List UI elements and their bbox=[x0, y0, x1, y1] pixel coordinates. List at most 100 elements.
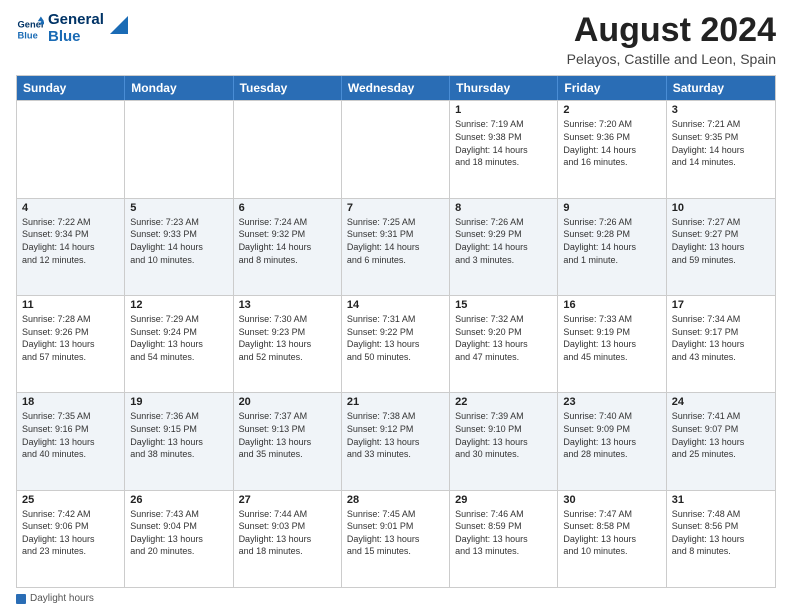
day-info: Sunrise: 7:36 AM Sunset: 9:15 PM Dayligh… bbox=[130, 410, 227, 460]
cal-header-day-tuesday: Tuesday bbox=[234, 76, 342, 100]
day-number: 9 bbox=[563, 202, 660, 214]
day-number: 31 bbox=[672, 494, 770, 506]
day-number: 26 bbox=[130, 494, 227, 506]
cal-cell: 9 Sunrise: 7:26 AM Sunset: 9:28 PM Daylig… bbox=[558, 199, 666, 295]
cal-cell: 13Sunrise: 7:30 AM Sunset: 9:23 PM Dayli… bbox=[234, 296, 342, 392]
day-info: Sunrise: 7:32 AM Sunset: 9:20 PM Dayligh… bbox=[455, 313, 552, 363]
logo-line2: Blue bbox=[48, 29, 104, 46]
cal-cell: 21 Sunrise: 7:38 AM Sunset: 9:12 PM Dayli… bbox=[342, 393, 450, 489]
day-info: Sunrise: 7:37 AM Sunset: 9:13 PM Dayligh… bbox=[239, 410, 336, 460]
day-number: 22 bbox=[455, 396, 552, 408]
day-number: 15 bbox=[455, 299, 552, 311]
cal-cell: 6 Sunrise: 7:24 AM Sunset: 9:32 PM Daylig… bbox=[234, 199, 342, 295]
day-info: Sunrise: 7:44 AM Sunset: 9:03 PM Dayligh… bbox=[239, 508, 336, 558]
logo-triangle-icon bbox=[110, 16, 128, 34]
day-number: 8 bbox=[455, 202, 552, 214]
day-number: 30 bbox=[563, 494, 660, 506]
cal-header-day-saturday: Saturday bbox=[667, 76, 775, 100]
day-info: Sunrise: 7:41 AM Sunset: 9:07 PM Dayligh… bbox=[672, 410, 770, 460]
day-number: 13 bbox=[239, 299, 336, 311]
cal-cell: 27 Sunrise: 7:44 AM Sunset: 9:03 PM Dayli… bbox=[234, 491, 342, 587]
cal-cell: 19 Sunrise: 7:36 AM Sunset: 9:15 PM Dayli… bbox=[125, 393, 233, 489]
day-info: Sunrise: 7:39 AM Sunset: 9:10 PM Dayligh… bbox=[455, 410, 552, 460]
day-info: Sunrise: 7:27 AM Sunset: 9:27 PM Dayligh… bbox=[672, 216, 770, 266]
day-info: Sunrise: 7:22 AM Sunset: 9:34 PM Dayligh… bbox=[22, 216, 119, 266]
day-info: Sunrise: 7:47 AM Sunset: 8:58 PM Dayligh… bbox=[563, 508, 660, 558]
cal-cell: 14Sunrise: 7:31 AM Sunset: 9:22 PM Dayli… bbox=[342, 296, 450, 392]
day-number: 6 bbox=[239, 202, 336, 214]
day-number: 18 bbox=[22, 396, 119, 408]
day-info: Sunrise: 7:24 AM Sunset: 9:32 PM Dayligh… bbox=[239, 216, 336, 266]
cal-week-2: 4Sunrise: 7:22 AM Sunset: 9:34 PM Daylig… bbox=[17, 198, 775, 295]
cal-header-day-thursday: Thursday bbox=[450, 76, 558, 100]
cal-cell bbox=[234, 101, 342, 197]
day-number: 3 bbox=[672, 104, 770, 116]
day-number: 12 bbox=[130, 299, 227, 311]
day-info: Sunrise: 7:25 AM Sunset: 9:31 PM Dayligh… bbox=[347, 216, 444, 266]
subtitle: Pelayos, Castille and Leon, Spain bbox=[567, 51, 776, 67]
cal-cell: 7 Sunrise: 7:25 AM Sunset: 9:31 PM Daylig… bbox=[342, 199, 450, 295]
day-info: Sunrise: 7:26 AM Sunset: 9:28 PM Dayligh… bbox=[563, 216, 660, 266]
day-number: 7 bbox=[347, 202, 444, 214]
cal-cell bbox=[125, 101, 233, 197]
day-number: 21 bbox=[347, 396, 444, 408]
day-number: 20 bbox=[239, 396, 336, 408]
cal-cell: 22 Sunrise: 7:39 AM Sunset: 9:10 PM Dayli… bbox=[450, 393, 558, 489]
day-info: Sunrise: 7:42 AM Sunset: 9:06 PM Dayligh… bbox=[22, 508, 119, 558]
logo-icon: General Blue bbox=[16, 15, 44, 43]
day-number: 2 bbox=[563, 104, 660, 116]
cal-week-3: 11 Sunrise: 7:28 AM Sunset: 9:26 PM Dayli… bbox=[17, 295, 775, 392]
day-info: Sunrise: 7:19 AM Sunset: 9:38 PM Dayligh… bbox=[455, 118, 552, 168]
day-info: Sunrise: 7:29 AM Sunset: 9:24 PM Dayligh… bbox=[130, 313, 227, 363]
cal-cell: 16Sunrise: 7:33 AM Sunset: 9:19 PM Dayli… bbox=[558, 296, 666, 392]
logo-line1: General bbox=[48, 12, 104, 29]
cal-week-1: 1Sunrise: 7:19 AM Sunset: 9:38 PM Daylig… bbox=[17, 100, 775, 197]
day-info: Sunrise: 7:20 AM Sunset: 9:36 PM Dayligh… bbox=[563, 118, 660, 168]
day-info: Sunrise: 7:33 AM Sunset: 9:19 PM Dayligh… bbox=[563, 313, 660, 363]
cal-cell: 5Sunrise: 7:23 AM Sunset: 9:33 PM Daylig… bbox=[125, 199, 233, 295]
day-info: Sunrise: 7:40 AM Sunset: 9:09 PM Dayligh… bbox=[563, 410, 660, 460]
cal-cell: 15 Sunrise: 7:32 AM Sunset: 9:20 PM Dayli… bbox=[450, 296, 558, 392]
day-info: Sunrise: 7:45 AM Sunset: 9:01 PM Dayligh… bbox=[347, 508, 444, 558]
footer-dot bbox=[16, 594, 26, 604]
day-number: 23 bbox=[563, 396, 660, 408]
day-info: Sunrise: 7:38 AM Sunset: 9:12 PM Dayligh… bbox=[347, 410, 444, 460]
day-number: 25 bbox=[22, 494, 119, 506]
cal-cell: 1Sunrise: 7:19 AM Sunset: 9:38 PM Daylig… bbox=[450, 101, 558, 197]
cal-cell: 17 Sunrise: 7:34 AM Sunset: 9:17 PM Dayli… bbox=[667, 296, 775, 392]
cal-week-4: 18Sunrise: 7:35 AM Sunset: 9:16 PM Dayli… bbox=[17, 392, 775, 489]
cal-cell: 3Sunrise: 7:21 AM Sunset: 9:35 PM Daylig… bbox=[667, 101, 775, 197]
cal-cell: 10 Sunrise: 7:27 AM Sunset: 9:27 PM Dayli… bbox=[667, 199, 775, 295]
footer: Daylight hours bbox=[16, 593, 776, 604]
main-title: August 2024 bbox=[567, 12, 776, 49]
day-info: Sunrise: 7:48 AM Sunset: 8:56 PM Dayligh… bbox=[672, 508, 770, 558]
title-block: August 2024 Pelayos, Castille and Leon, … bbox=[567, 12, 776, 67]
day-number: 27 bbox=[239, 494, 336, 506]
day-number: 11 bbox=[22, 299, 119, 311]
cal-cell: 20 Sunrise: 7:37 AM Sunset: 9:13 PM Dayli… bbox=[234, 393, 342, 489]
header: General Blue General Blue August 2024 Pe… bbox=[16, 12, 776, 67]
cal-cell: 29Sunrise: 7:46 AM Sunset: 8:59 PM Dayli… bbox=[450, 491, 558, 587]
cal-cell: 24 Sunrise: 7:41 AM Sunset: 9:07 PM Dayli… bbox=[667, 393, 775, 489]
day-info: Sunrise: 7:34 AM Sunset: 9:17 PM Dayligh… bbox=[672, 313, 770, 363]
day-number: 19 bbox=[130, 396, 227, 408]
day-info: Sunrise: 7:28 AM Sunset: 9:26 PM Dayligh… bbox=[22, 313, 119, 363]
cal-cell: 28Sunrise: 7:45 AM Sunset: 9:01 PM Dayli… bbox=[342, 491, 450, 587]
cal-cell: 12 Sunrise: 7:29 AM Sunset: 9:24 PM Dayli… bbox=[125, 296, 233, 392]
cal-cell: 8Sunrise: 7:26 AM Sunset: 9:29 PM Daylig… bbox=[450, 199, 558, 295]
calendar-body: 1Sunrise: 7:19 AM Sunset: 9:38 PM Daylig… bbox=[17, 100, 775, 587]
day-number: 17 bbox=[672, 299, 770, 311]
cal-cell: 11 Sunrise: 7:28 AM Sunset: 9:26 PM Dayli… bbox=[17, 296, 125, 392]
day-number: 24 bbox=[672, 396, 770, 408]
day-number: 5 bbox=[130, 202, 227, 214]
cal-header-day-monday: Monday bbox=[125, 76, 233, 100]
cal-cell: 26Sunrise: 7:43 AM Sunset: 9:04 PM Dayli… bbox=[125, 491, 233, 587]
day-info: Sunrise: 7:46 AM Sunset: 8:59 PM Dayligh… bbox=[455, 508, 552, 558]
calendar-header: SundayMondayTuesdayWednesdayThursdayFrid… bbox=[17, 76, 775, 100]
cal-cell bbox=[342, 101, 450, 197]
day-number: 10 bbox=[672, 202, 770, 214]
cal-cell bbox=[17, 101, 125, 197]
cal-cell: 18Sunrise: 7:35 AM Sunset: 9:16 PM Dayli… bbox=[17, 393, 125, 489]
day-number: 14 bbox=[347, 299, 444, 311]
cal-header-day-sunday: Sunday bbox=[17, 76, 125, 100]
